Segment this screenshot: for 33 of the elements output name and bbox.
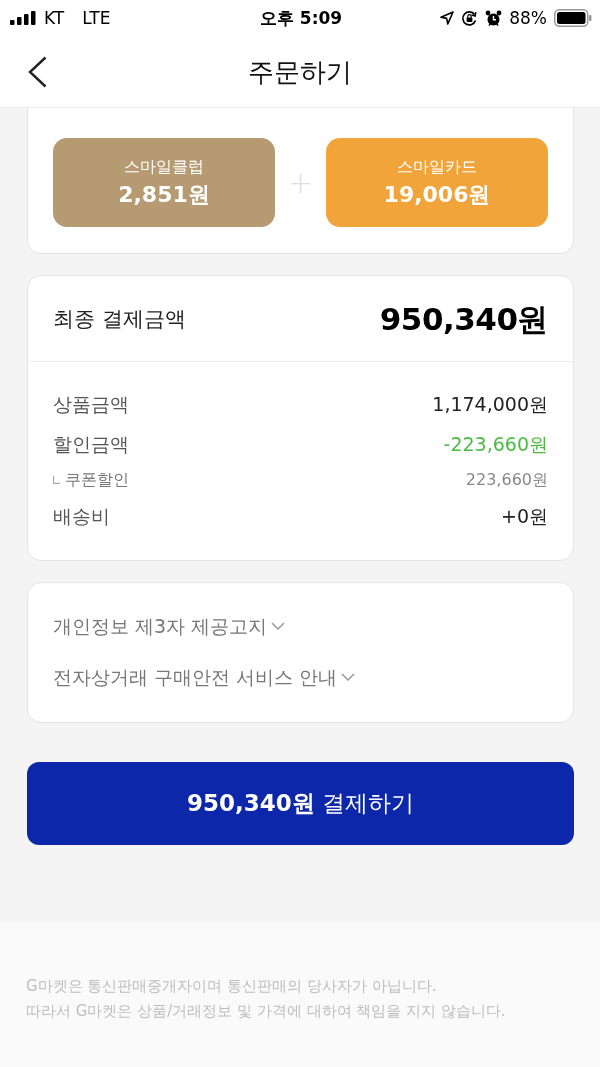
signal-bars-icon (10, 11, 36, 25)
carrier-name: KT (44, 8, 65, 28)
alarm-clock-icon (485, 9, 503, 27)
reward-amount: 19,006원 (383, 180, 491, 209)
rotation-lock-icon (461, 9, 479, 27)
indent-corner-icon (53, 476, 60, 484)
summary-title: 최종 결제금액 (53, 305, 186, 333)
notice-toggle[interactable]: 전자상거래 구매안전 서비스 안내 (53, 658, 356, 696)
summary-label: 상품금액 (53, 392, 129, 417)
total-amount: 950,340원 (379, 299, 548, 338)
summary-label: 할인금액 (53, 432, 129, 457)
network-type: LTE (82, 8, 111, 28)
summary-value: 223,660원 (465, 469, 548, 491)
reward-label: 스마일클럽 (123, 155, 204, 178)
status-time: 오후 5:09 (259, 8, 343, 28)
disclaimer-text: 따라서 G마켓은 상품/거래정보 및 가격에 대하여 책임을 지지 않습니다. (26, 1001, 507, 1022)
page-title: 주문하기 (247, 55, 353, 89)
back-chevron-icon (27, 55, 47, 88)
summary-label: 쿠폰할인 (65, 469, 129, 491)
reward-label: 스마일카드 (397, 155, 478, 178)
summary-value: -223,660원 (443, 432, 548, 457)
disclaimer-text: G마켓은 통신판매중개자이며 통신판매의 당사자가 아닙니다. (26, 976, 438, 997)
plus-separator: + (287, 167, 314, 198)
battery-percent: 88% (509, 8, 547, 28)
summary-value: 1,174,000원 (432, 392, 548, 417)
notice-toggle[interactable]: 개인정보 제3자 제공고지 (53, 607, 286, 645)
reward-amount: 2,851원 (118, 180, 210, 209)
summary-value: +0원 (501, 504, 548, 529)
battery-icon (554, 9, 592, 27)
back-button[interactable] (26, 55, 48, 88)
summary-label: 배송비 (53, 504, 110, 529)
pay-button[interactable]: 950,340원 결제하기 (27, 762, 574, 845)
location-arrow-icon (440, 11, 455, 25)
